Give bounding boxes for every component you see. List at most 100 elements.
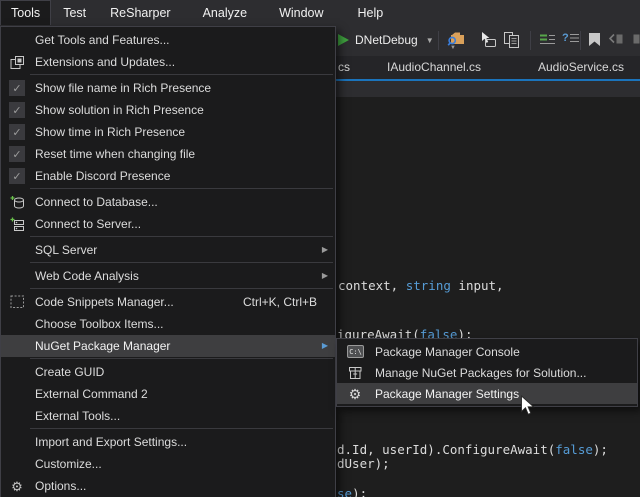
submenu-item-manage-nuget-packages[interactable]: Manage NuGet Packages for Solution...	[337, 362, 637, 383]
menubar-item-help[interactable]: Help	[346, 0, 396, 25]
chevron-down-icon: ▼	[426, 36, 434, 45]
lines-icon	[570, 32, 580, 44]
checkmark-icon: ✓	[9, 168, 25, 184]
caret-glyph: ▼	[450, 45, 456, 51]
code-keyword: string	[406, 278, 451, 293]
menu-item-import-export-settings[interactable]: Import and Export Settings...	[1, 431, 335, 453]
code-text: );	[593, 442, 608, 457]
menu-item-external-command-2[interactable]: External Command 2	[1, 383, 335, 405]
menu-bar: Tools Test ReSharper Analyze Window Help	[0, 0, 640, 25]
menu-item-code-snippets-manager[interactable]: Code Snippets Manager... Ctrl+K, Ctrl+B	[1, 291, 335, 313]
menu-item-label: Show file name in Rich Presence	[35, 81, 211, 95]
menu-item-extensions-and-updates[interactable]: Extensions and Updates...	[1, 51, 335, 73]
code-text: dUser);	[337, 456, 390, 471]
menu-item-label: Create GUID	[35, 365, 104, 379]
code-line: d.Id, userId).ConfigureAwait(false);	[337, 442, 608, 457]
question-icon: ?	[562, 32, 569, 44]
menu-item-get-tools-and-features[interactable]: Get Tools and Features...	[1, 29, 335, 51]
menubar-item-analyze[interactable]: Analyze	[191, 0, 259, 25]
menu-item-label: Choose Toolbox Items...	[35, 317, 164, 331]
menubar-item-test[interactable]: Test	[51, 0, 98, 25]
menubar-item-tools[interactable]: Tools	[0, 0, 51, 25]
menu-gutter	[1, 195, 33, 210]
database-add-icon	[10, 195, 25, 210]
menu-item-sql-server[interactable]: SQL Server ▶	[1, 239, 335, 261]
menubar-label: Test	[63, 6, 86, 20]
gear-icon: ⚙	[349, 387, 362, 401]
menu-item-label: Options...	[35, 479, 86, 493]
comment-lines-button[interactable]	[539, 33, 556, 47]
menu-item-connect-to-server[interactable]: Connect to Server...	[1, 213, 335, 235]
submenu-gutter: C:\	[337, 345, 373, 358]
menu-item-enable-discord-presence[interactable]: ✓ Enable Discord Presence	[1, 165, 335, 187]
quick-actions-button[interactable]: ?	[562, 32, 580, 44]
submenu-arrow-icon: ▶	[322, 246, 328, 254]
package-icon	[348, 366, 363, 380]
previous-bookmark-button[interactable]	[608, 33, 624, 46]
menu-item-create-guid[interactable]: Create GUID	[1, 361, 335, 383]
menu-item-label: SQL Server	[35, 243, 97, 257]
menu-gutter	[1, 217, 33, 232]
menubar-item-window[interactable]: Window	[267, 0, 335, 25]
quick-info-button[interactable]	[477, 32, 497, 48]
menu-item-label: Code Snippets Manager...	[35, 295, 174, 309]
submenu-item-label: Manage NuGet Packages for Solution...	[375, 366, 586, 380]
code-keyword: se	[337, 486, 352, 497]
console-icon: C:\	[347, 345, 364, 358]
menu-item-label: Show time in Rich Presence	[35, 125, 185, 139]
menu-item-choose-toolbox-items[interactable]: Choose Toolbox Items...	[1, 313, 335, 335]
menubar-item-resharper[interactable]: ReSharper	[98, 0, 182, 25]
code-line: dUser);	[337, 456, 390, 471]
menu-item-label: Import and Export Settings...	[35, 435, 187, 449]
submenu-item-package-manager-settings[interactable]: ⚙ Package Manager Settings	[337, 383, 637, 404]
menu-item-nuget-package-manager[interactable]: NuGet Package Manager ▶	[1, 335, 335, 357]
menu-item-label: Enable Discord Presence	[35, 169, 170, 183]
menu-item-label: NuGet Package Manager	[35, 339, 170, 353]
menubar-label: Window	[279, 6, 323, 20]
run-config-dropdown[interactable]: DNetDebug ▼	[355, 33, 434, 47]
svg-text:C:\: C:\	[349, 348, 362, 356]
menu-item-label: External Tools...	[35, 409, 120, 423]
toolbar-separator	[580, 31, 581, 50]
submenu-item-label: Package Manager Console	[375, 345, 520, 359]
menu-gutter: ✓	[1, 102, 33, 118]
document-tab[interactable]: AudioService.cs	[538, 60, 624, 74]
mouse-cursor	[520, 395, 535, 416]
next-bookmark-icon	[633, 33, 640, 46]
menu-item-show-solution-rich-presence[interactable]: ✓ Show solution in Rich Presence	[1, 99, 335, 121]
menu-item-web-code-analysis[interactable]: Web Code Analysis ▶	[1, 265, 335, 287]
checkmark-icon: ✓	[9, 124, 25, 140]
menubar-label: Tools	[11, 6, 40, 20]
run-button[interactable]	[338, 34, 349, 46]
menu-gutter: ✓	[1, 124, 33, 140]
menu-item-reset-time-when-changing-file[interactable]: ✓ Reset time when changing file	[1, 143, 335, 165]
comment-lines-icon	[539, 33, 556, 47]
next-bookmark-button[interactable]	[633, 33, 640, 46]
play-icon	[338, 34, 349, 46]
menu-item-label: Get Tools and Features...	[35, 33, 170, 47]
menu-item-options[interactable]: ⚙ Options...	[1, 475, 335, 497]
menu-item-show-time-rich-presence[interactable]: ✓ Show time in Rich Presence	[1, 121, 335, 143]
vs-ide-window: Tools Test ReSharper Analyze Window Help…	[0, 0, 640, 497]
menu-gutter	[1, 55, 33, 70]
submenu-item-package-manager-console[interactable]: C:\ Package Manager Console	[337, 341, 637, 362]
checkmark-icon: ✓	[9, 102, 25, 118]
toggle-bookmark-button[interactable]	[588, 32, 601, 47]
cursor-arrow-icon	[520, 395, 535, 416]
menu-item-external-tools[interactable]: External Tools...	[1, 405, 335, 427]
menu-item-label: External Command 2	[35, 387, 148, 401]
menubar-label: ReSharper	[110, 6, 170, 20]
bookmark-icon	[588, 32, 601, 47]
document-tab[interactable]: cs	[338, 60, 350, 74]
toolbar-separator	[438, 31, 439, 50]
document-tab[interactable]: IAudioChannel.cs	[387, 60, 481, 74]
toolbar-separator	[530, 31, 531, 50]
menu-item-customize[interactable]: Customize...	[1, 453, 335, 475]
copy-lines-button[interactable]	[503, 31, 520, 48]
menu-item-show-file-name-rich-presence[interactable]: ✓ Show file name in Rich Presence	[1, 77, 335, 99]
menu-item-connect-to-database[interactable]: Connect to Database...	[1, 191, 335, 213]
find-dropdown-caret-icon[interactable]: ▼	[450, 45, 456, 51]
menu-gutter: ✓	[1, 80, 33, 96]
gear-icon: ⚙	[11, 480, 23, 493]
code-line: se);	[337, 486, 367, 497]
